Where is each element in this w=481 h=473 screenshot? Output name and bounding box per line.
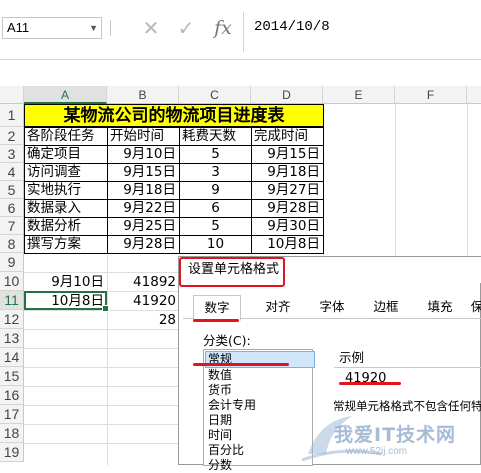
table-cell[interactable]: 访问调查 (24, 163, 108, 182)
table-cell[interactable]: 9月30日 (251, 217, 324, 236)
column-header-b[interactable]: B (107, 86, 179, 104)
insert-function-icon[interactable]: fx (211, 15, 235, 41)
active-cell-border (24, 291, 109, 312)
table-cell[interactable]: 9月28日 (107, 235, 180, 254)
formula-input[interactable]: 2014/10/8 (254, 17, 330, 37)
row-header[interactable]: 3 (0, 145, 24, 163)
table-header-cell[interactable]: 开始时间 (107, 127, 180, 146)
table-cell[interactable]: 9月22日 (107, 199, 180, 218)
annotation-underline (193, 363, 289, 366)
cell-a10[interactable]: 9月10日 (24, 274, 107, 291)
tab-alignment[interactable]: 对齐 (255, 295, 301, 319)
list-item[interactable]: 时间 (208, 428, 232, 443)
column-header-a[interactable]: A (24, 86, 107, 104)
table-cell[interactable]: 10月8日 (251, 235, 324, 254)
table-cell[interactable]: 6 (179, 199, 252, 218)
row-header[interactable]: 2 (0, 127, 24, 145)
row-header[interactable]: 13 (0, 329, 24, 348)
row-header[interactable]: 4 (0, 163, 24, 181)
sample-label: 示例 (339, 350, 365, 365)
table-cell[interactable]: 9月15日 (251, 145, 324, 164)
list-item[interactable]: 日期 (208, 413, 232, 428)
category-label: 分类(C): (203, 333, 251, 348)
tab-fill[interactable]: 填充 (417, 295, 463, 319)
row-header[interactable]: 1 (0, 104, 24, 127)
dialog-tabs: 数字 对齐 字体 边框 填充 保 (183, 295, 481, 321)
row-header[interactable]: 5 (0, 181, 24, 199)
table-cell[interactable]: 5 (179, 217, 252, 236)
table-cell[interactable]: 撰写方案 (24, 235, 108, 254)
list-item[interactable]: 分数 (208, 458, 232, 473)
name-box[interactable]: A11 ▼ (2, 17, 102, 39)
cancel-icon[interactable]: ✕ (139, 15, 163, 41)
list-item[interactable]: 数值 (208, 368, 232, 383)
table-cell[interactable]: 9月10日 (107, 145, 180, 164)
row-header[interactable]: 12 (0, 310, 24, 329)
sheet-title-cell[interactable]: 某物流公司的物流项目进度表 (24, 104, 324, 127)
annotation-underline (193, 319, 239, 322)
table-cell[interactable]: 数据分析 (24, 217, 108, 236)
table-cell[interactable]: 数据录入 (24, 199, 108, 218)
select-all-corner[interactable] (0, 86, 24, 104)
row-header[interactable]: 8 (0, 235, 24, 253)
list-item[interactable]: 货币 (208, 383, 232, 398)
formula-bar-divider (243, 12, 244, 52)
row-header[interactable]: 7 (0, 217, 24, 235)
cell-b12[interactable]: 28 (107, 312, 179, 329)
cell-b10[interactable]: 41892 (107, 274, 179, 291)
table-cell[interactable]: 9月25日 (107, 217, 180, 236)
formula-bar-divider (110, 20, 111, 36)
row-header[interactable]: 14 (0, 348, 24, 367)
category-list[interactable]: 常规 数值 货币 会计专用 日期 时间 百分比 分数 (203, 349, 315, 472)
row-header[interactable]: 16 (0, 386, 24, 405)
column-headers: A B C D E F (0, 86, 481, 104)
fill-handle[interactable] (102, 305, 109, 312)
watermark-text: 我爱IT技术网 (334, 424, 457, 446)
tab-protection[interactable]: 保 (467, 295, 481, 319)
table-cell[interactable]: 3 (179, 163, 252, 182)
watermark-url: www.52ij.com (346, 446, 408, 457)
row-header[interactable]: 10 (0, 272, 24, 291)
table-header-cell[interactable]: 完成时间 (251, 127, 324, 146)
tab-number[interactable]: 数字 (193, 295, 241, 321)
column-header-d[interactable]: D (251, 86, 323, 104)
chevron-down-icon[interactable]: ▼ (89, 18, 98, 38)
table-cell[interactable]: 确定项目 (24, 145, 108, 164)
row-header[interactable]: 15 (0, 367, 24, 386)
table-cell[interactable]: 9月18日 (251, 163, 324, 182)
row-header[interactable]: 11 (0, 291, 24, 310)
row-header[interactable]: 18 (0, 424, 24, 443)
row-header[interactable]: 19 (0, 443, 24, 462)
tab-font[interactable]: 字体 (309, 295, 355, 319)
table-cell[interactable]: 10 (179, 235, 252, 254)
row-header[interactable]: 9 (0, 253, 24, 272)
enter-icon[interactable]: ✓ (174, 15, 198, 41)
table-header-cell[interactable]: 耗费天数 (179, 127, 252, 146)
tab-border[interactable]: 边框 (363, 295, 409, 319)
table-cell[interactable]: 实地执行 (24, 181, 108, 200)
annotation-box (179, 257, 285, 287)
table-cell[interactable]: 9月28日 (251, 199, 324, 218)
row-header[interactable]: 17 (0, 405, 24, 424)
list-item[interactable]: 百分比 (208, 443, 244, 458)
table-cell[interactable]: 5 (179, 145, 252, 164)
name-box-value: A11 (7, 20, 30, 35)
annotation-underline (339, 382, 401, 385)
table-cell[interactable]: 9 (179, 181, 252, 200)
table-cell[interactable]: 9月18日 (107, 181, 180, 200)
table-header-cell[interactable]: 各阶段任务 (24, 127, 108, 146)
column-header-e[interactable]: E (323, 86, 395, 104)
column-header-f[interactable]: F (395, 86, 467, 104)
list-item[interactable]: 会计专用 (208, 398, 256, 413)
column-header-c[interactable]: C (179, 86, 251, 104)
table-cell[interactable]: 9月27日 (251, 181, 324, 200)
table-cell[interactable]: 9月15日 (107, 163, 180, 182)
row-header[interactable]: 6 (0, 199, 24, 217)
cell-b11[interactable]: 41920 (107, 293, 179, 310)
